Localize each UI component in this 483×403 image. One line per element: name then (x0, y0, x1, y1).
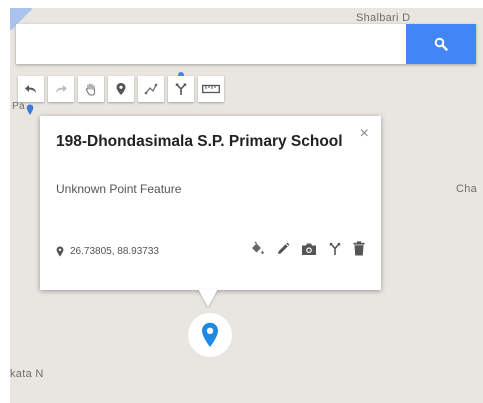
close-icon[interactable]: × (360, 125, 369, 143)
style-button[interactable] (249, 241, 265, 256)
measure-tool-button[interactable] (198, 76, 224, 102)
map-label-shalbari: Shalbari D (356, 12, 411, 24)
hand-pan-icon (85, 83, 96, 96)
location-pin-icon (56, 246, 64, 257)
route-directions-icon (175, 83, 187, 95)
directions-fork-icon (329, 243, 341, 255)
search-input[interactable] (16, 24, 406, 64)
selected-map-marker[interactable] (188, 313, 232, 357)
map-label-cha: Cha (456, 183, 478, 195)
coordinates-text: 26.73805, 88.93733 (70, 246, 159, 257)
camera-icon (302, 243, 316, 255)
redo-button[interactable] (48, 76, 74, 102)
edit-button[interactable] (276, 242, 290, 256)
draw-line-button[interactable] (138, 76, 164, 102)
add-marker-icon (116, 83, 126, 95)
directions-button[interactable] (328, 241, 342, 256)
trash-icon (353, 241, 365, 256)
pencil-edit-icon (278, 242, 290, 254)
add-photo-button[interactable] (301, 242, 317, 256)
pan-tool-button[interactable] (78, 76, 104, 102)
map-toolbar (18, 72, 228, 102)
popup-title: 198-Dhondasimala S.P. Primary School (56, 133, 343, 150)
feature-info-popup: 198-Dhondasimala S.P. Primary School × U… (40, 116, 381, 290)
draw-line-icon (144, 83, 158, 95)
redo-arrow-icon (56, 85, 67, 93)
search-icon (434, 37, 448, 51)
undo-button[interactable] (18, 76, 44, 102)
feature-type-label: Unknown Point Feature (56, 182, 182, 196)
search-bar (16, 24, 476, 64)
map-label-kata: kata N (10, 368, 44, 380)
ruler-icon (202, 84, 220, 94)
paint-bucket-icon (252, 241, 264, 254)
add-marker-button[interactable] (108, 76, 134, 102)
search-button[interactable] (406, 24, 476, 64)
small-marker-icon (26, 104, 34, 115)
directions-tool-button[interactable] (168, 72, 194, 102)
map-marker-small[interactable] (26, 103, 34, 121)
delete-button[interactable] (353, 241, 365, 256)
popup-actions (238, 241, 365, 256)
undo-arrow-icon (25, 85, 36, 93)
map-label-pa: Pa (12, 101, 25, 112)
coordinates-row: 26.73805, 88.93733 (56, 246, 159, 257)
popup-pointer (198, 289, 218, 307)
location-marker-icon (202, 322, 218, 347)
